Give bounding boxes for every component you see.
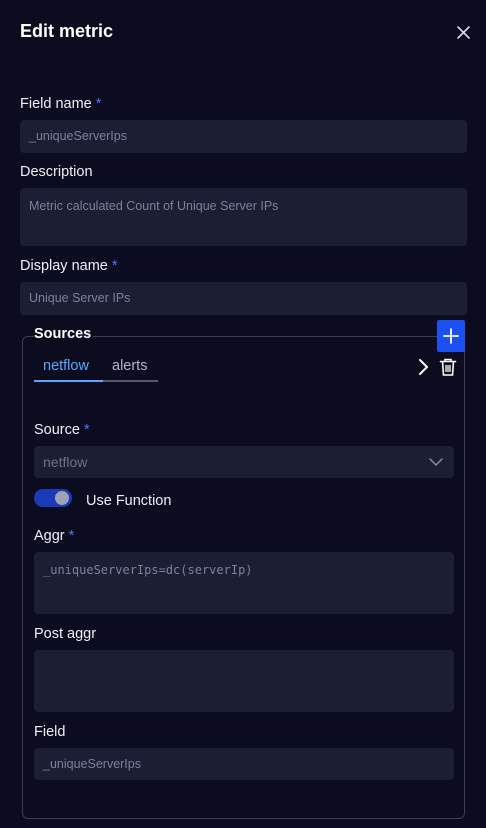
description-textarea[interactable]: Metric calculated Count of Unique Server… xyxy=(20,188,467,246)
source-select[interactable]: netflow xyxy=(34,446,454,478)
display-name-label: Display name * xyxy=(20,258,118,274)
display-name-input[interactable]: Unique Server IPs xyxy=(20,282,467,315)
post-aggr-textarea[interactable] xyxy=(34,650,454,712)
tab-netflow[interactable]: netflow xyxy=(43,358,89,374)
close-icon[interactable] xyxy=(455,24,472,41)
required-mark: * xyxy=(68,528,75,544)
toggle-knob xyxy=(55,491,69,505)
field-label: Field xyxy=(34,724,66,740)
field-input[interactable]: _uniqueServerIps xyxy=(34,748,454,780)
post-aggr-label: Post aggr xyxy=(34,626,97,642)
aggr-label: Aggr * xyxy=(34,528,75,544)
description-label: Description xyxy=(20,164,93,180)
required-mark: * xyxy=(111,258,118,274)
use-function-label: Use Function xyxy=(86,493,172,509)
field-name-label: Field name * xyxy=(20,96,102,112)
dialog-title: Edit metric xyxy=(20,21,114,41)
aggr-textarea[interactable]: _uniqueServerIps=dc(serverIp) xyxy=(34,552,454,614)
trash-icon[interactable] xyxy=(439,357,457,377)
tab-alerts[interactable]: alerts xyxy=(112,358,147,374)
source-tabs: netflow alerts xyxy=(34,356,158,382)
chevron-right-icon[interactable] xyxy=(416,357,430,377)
source-label: Source * xyxy=(34,422,90,438)
required-mark: * xyxy=(83,422,90,438)
field-name-input[interactable]: _uniqueServerIps xyxy=(20,120,467,153)
chevron-down-icon xyxy=(429,458,443,467)
add-source-button[interactable] xyxy=(437,320,465,352)
plus-icon xyxy=(443,328,459,344)
required-mark: * xyxy=(95,96,102,112)
active-tab-indicator xyxy=(34,380,103,382)
use-function-toggle[interactable] xyxy=(34,489,72,507)
source-select-value: netflow xyxy=(43,454,88,470)
sources-title: Sources xyxy=(34,326,94,342)
